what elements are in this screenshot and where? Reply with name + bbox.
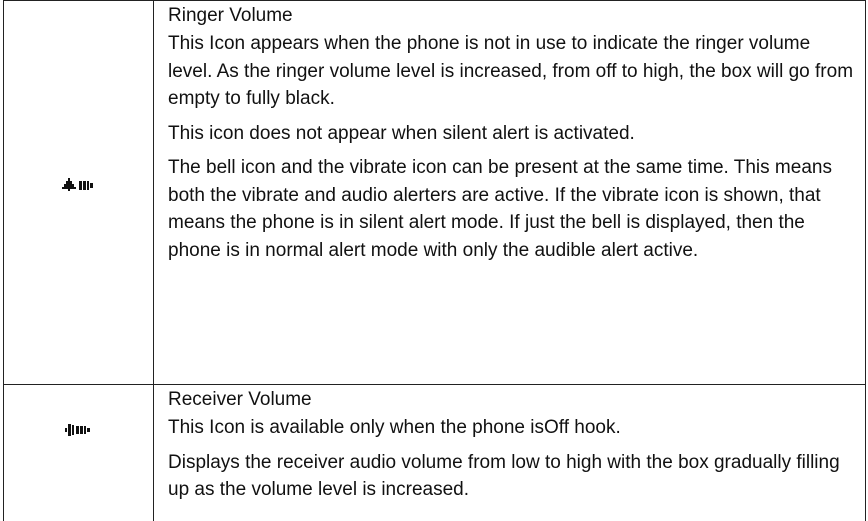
description-paragraph: This icon does not appear when silent al…	[168, 122, 635, 144]
description-paragraph: The bell icon and the vibrate icon can b…	[168, 157, 832, 261]
bell-volume-icon	[62, 178, 94, 192]
icon-cell	[3, 385, 153, 521]
row-title: Ringer Volume	[168, 5, 293, 26]
icon-cell	[3, 0, 153, 384]
description-paragraph: Displays the receiver audio volume from …	[168, 451, 840, 501]
description-cell: Receiver Volume This Icon is available o…	[168, 388, 858, 511]
description-paragraph: This Icon is available only when the pho…	[168, 417, 621, 438]
table-row-ringer-volume: Ringer Volume This Icon appears when the…	[3, 0, 866, 384]
icon-description-table: Ringer Volume This Icon appears when the…	[3, 0, 866, 521]
description-cell: Ringer Volume This Icon appears when the…	[168, 4, 858, 271]
speaker-volume-icon	[65, 423, 91, 437]
row-title: Receiver Volume	[168, 389, 312, 410]
description-paragraph: This Icon appears when the phone is not …	[168, 33, 854, 109]
table-row-receiver-volume: Receiver Volume This Icon is available o…	[3, 385, 866, 521]
